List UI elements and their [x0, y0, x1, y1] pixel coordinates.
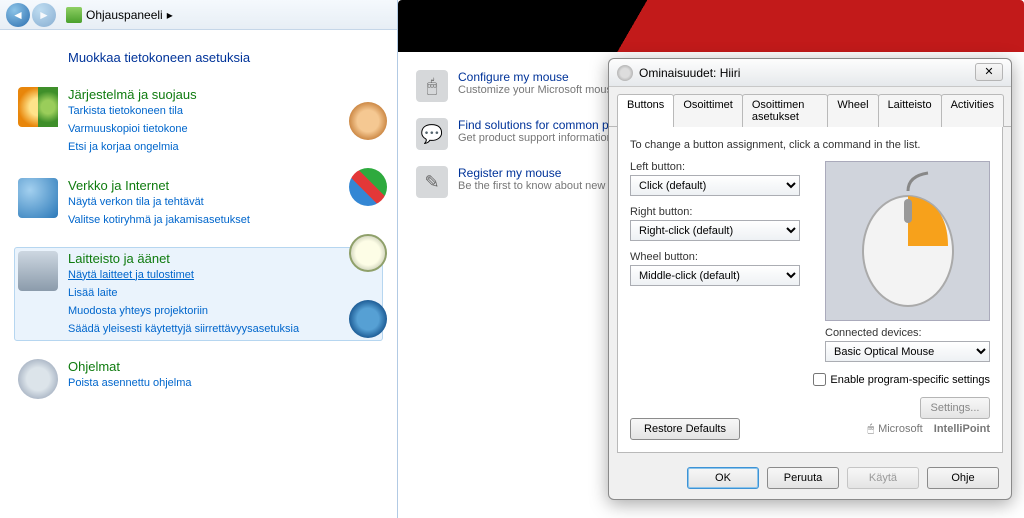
restore-defaults-button[interactable]: Restore Defaults: [630, 418, 740, 440]
dialog-titlebar[interactable]: Ominaisuudet: Hiiri ✕: [609, 59, 1011, 87]
control-panel-body: Muokkaa tietokoneen asetuksia Järjestelm…: [0, 30, 397, 431]
connected-devices-label: Connected devices:: [825, 327, 990, 339]
help-button[interactable]: Ohje: [927, 467, 999, 489]
nav-forward-button[interactable]: ►: [32, 3, 56, 27]
task-link[interactable]: Poista asennettu ohjelma: [68, 376, 192, 392]
tab-pointers[interactable]: Osoittimet: [673, 94, 743, 127]
shield-icon: [18, 87, 58, 127]
category-programs: Ohjelmat Poista asennettu ohjelma: [14, 355, 383, 403]
ok-button[interactable]: OK: [687, 467, 759, 489]
page-title: Muokkaa tietokoneen asetuksia: [68, 50, 383, 65]
apply-button: Käytä: [847, 467, 919, 489]
settings-button: Settings...: [920, 397, 990, 419]
tab-hardware[interactable]: Laitteisto: [878, 94, 942, 127]
item-subtitle: Be the first to know about new pro: [458, 180, 624, 192]
category-link[interactable]: Järjestelmä ja suojaus: [68, 87, 197, 102]
task-link[interactable]: Etsi ja korjaa ongelmia: [68, 140, 197, 156]
control-panel-window: ◄ ► Ohjauspaneeli ▸ Muokkaa tietokoneen …: [0, 0, 398, 518]
mouse-icon: 🖱: [416, 70, 448, 102]
support-icon: 💬: [416, 118, 448, 150]
disc-icon: [18, 359, 58, 399]
enable-program-specific-checkbox[interactable]: [813, 373, 826, 386]
category-system-security: Järjestelmä ja suojaus Tarkista tietokon…: [14, 83, 383, 160]
wheel-button-select[interactable]: Middle-click (default): [630, 265, 800, 286]
dialog-content: To change a button assignment, click a c…: [617, 127, 1003, 453]
breadcrumb[interactable]: Ohjauspaneeli ▸: [66, 7, 173, 23]
enable-program-specific-label: Enable program-specific settings: [830, 374, 990, 386]
appearance-icon[interactable]: [349, 168, 387, 206]
tab-wheel[interactable]: Wheel: [827, 94, 878, 127]
category-network: Verkko ja Internet Näytä verkon tila ja …: [14, 174, 383, 233]
dialog-title: Ominaisuudet: Hiiri: [639, 66, 740, 80]
task-link[interactable]: Säädä yleisesti käytettyjä siirrettävyys…: [68, 322, 299, 338]
cancel-button[interactable]: Peruuta: [767, 467, 839, 489]
mouse-app-titlebar: [398, 0, 1024, 52]
category-link[interactable]: Verkko ja Internet: [68, 178, 169, 193]
task-link[interactable]: Näytä verkon tila ja tehtävät: [68, 195, 250, 211]
item-title: Register my mouse: [458, 166, 624, 180]
task-link[interactable]: Valitse kotiryhmä ja jakamisasetukset: [68, 213, 250, 229]
clock-icon[interactable]: [349, 234, 387, 272]
task-link[interactable]: Varmuuskopioi tietokone: [68, 122, 197, 138]
globe-icon: [18, 178, 58, 218]
enable-program-specific-row[interactable]: Enable program-specific settings: [813, 373, 990, 386]
task-link[interactable]: Näytä laitteet ja tulostimet: [68, 268, 299, 284]
mouse-illustration: [848, 171, 968, 311]
connected-devices-select[interactable]: Basic Optical Mouse: [825, 341, 990, 362]
right-button-select[interactable]: Right-click (default): [630, 220, 800, 241]
nav-back-button[interactable]: ◄: [6, 3, 30, 27]
category-side-icons: [349, 102, 387, 338]
brand-label: 🖱 Microsoft IntelliPoint: [867, 418, 990, 440]
mouse-properties-dialog: Ominaisuudet: Hiiri ✕ Buttons Osoittimet…: [608, 58, 1012, 500]
left-button-select[interactable]: Click (default): [630, 175, 800, 196]
dialog-footer: OK Peruuta Käytä Ohje: [609, 461, 1011, 499]
users-icon[interactable]: [349, 102, 387, 140]
breadcrumb-sep: ▸: [167, 8, 173, 22]
help-text: To change a button assignment, click a c…: [630, 139, 990, 151]
category-link[interactable]: Ohjelmat: [68, 359, 120, 374]
task-link[interactable]: Tarkista tietokoneen tila: [68, 104, 197, 120]
printer-icon: [18, 251, 58, 291]
item-title: Configure my mouse: [458, 70, 618, 84]
close-button[interactable]: ✕: [975, 63, 1003, 81]
breadcrumb-text: Ohjauspaneeli: [86, 8, 163, 22]
ease-of-access-icon[interactable]: [349, 300, 387, 338]
tab-activities[interactable]: Activities: [941, 94, 1004, 127]
control-panel-icon: [66, 7, 82, 23]
mouse-brand-icon: 🖱: [867, 423, 874, 436]
mouse-icon: [617, 65, 633, 81]
task-link[interactable]: Lisää laite: [68, 286, 299, 302]
tab-buttons[interactable]: Buttons: [617, 94, 674, 127]
item-subtitle: Customize your Microsoft mouse: [458, 84, 618, 96]
mouse-preview: [825, 161, 990, 321]
category-link[interactable]: Laitteisto ja äänet: [68, 251, 170, 266]
tab-pointer-options[interactable]: Osoittimen asetukset: [742, 94, 829, 127]
connected-devices-group: Connected devices: Basic Optical Mouse: [825, 327, 990, 362]
explorer-navbar: ◄ ► Ohjauspaneeli ▸: [0, 0, 397, 30]
task-link[interactable]: Muodosta yhteys projektoriin: [68, 304, 299, 320]
dialog-tabs: Buttons Osoittimet Osoittimen asetukset …: [609, 87, 1011, 127]
register-icon: ✎: [416, 166, 448, 198]
category-hardware-sound: Laitteisto ja äänet Näytä laitteet ja tu…: [14, 247, 383, 342]
